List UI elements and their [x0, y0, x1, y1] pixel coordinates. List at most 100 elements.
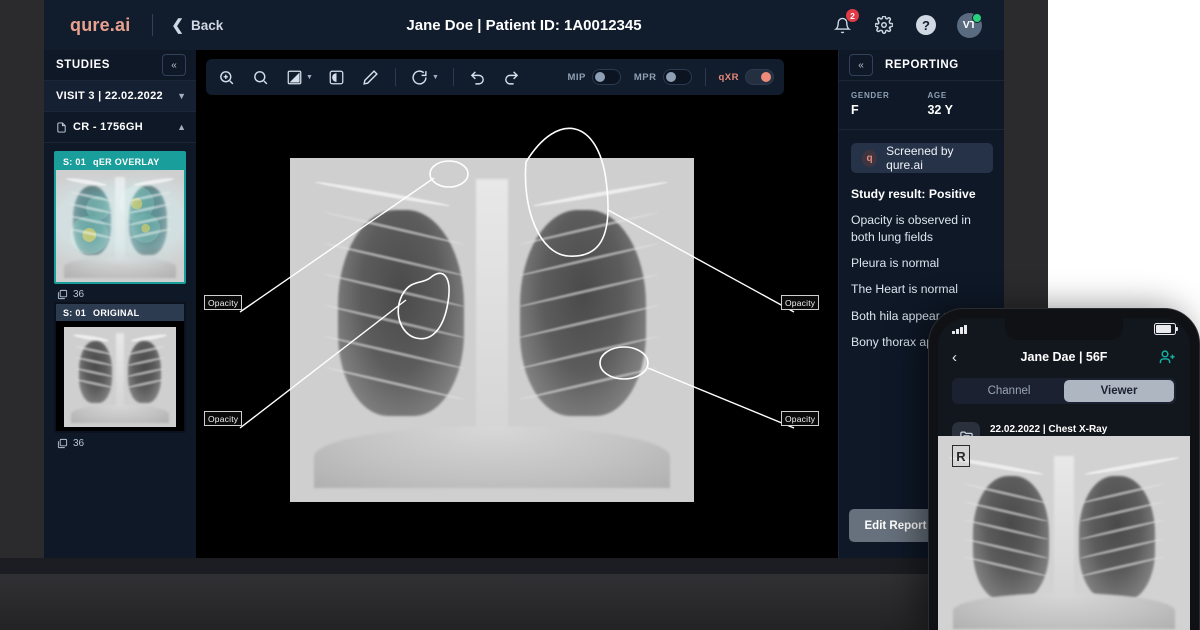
- mip-toggle[interactable]: MIP: [567, 69, 620, 85]
- radiographic-marker-r: R: [952, 445, 970, 467]
- scan-title: 22.02.2022 | Chest X-Ray: [990, 424, 1107, 435]
- gear-icon: [875, 16, 893, 34]
- mpr-toggle[interactable]: MPR: [634, 69, 692, 85]
- studies-title: STUDIES: [56, 59, 110, 71]
- qxr-switch[interactable]: [745, 69, 774, 85]
- series-count-value-0: 36: [73, 289, 84, 300]
- document-icon: [56, 121, 67, 134]
- sidebar-item-visit[interactable]: VISIT 3 | 22.02.2022 ▼: [44, 81, 196, 112]
- phone-back-button[interactable]: ‹: [952, 349, 957, 366]
- phone-mockup: ‹ Jane Dae | 56F Channel Viewer: [928, 308, 1200, 630]
- gender-value: F: [851, 103, 889, 117]
- series-thumbnail-image-0: [56, 170, 184, 282]
- qure-q-icon: q: [862, 150, 877, 167]
- chevron-up-icon: ▲: [177, 122, 186, 132]
- app-header: qure.ai ❮ Back Jane Doe | Patient ID: 1A…: [44, 0, 1004, 51]
- series-count-0: 36: [54, 284, 186, 300]
- series-name-1: ORIGINAL: [93, 308, 139, 318]
- screened-text: Screened by qure.ai: [886, 144, 982, 172]
- tab-viewer[interactable]: Viewer: [1064, 380, 1174, 402]
- gender-field: GENDER F: [851, 91, 889, 117]
- reporting-header: « REPORTING: [839, 50, 1004, 81]
- annotation-label-1[interactable]: Opacity: [204, 295, 242, 310]
- annotation-label-4[interactable]: Opacity: [781, 411, 819, 426]
- sidebar-item-study[interactable]: CR - 1756GH ▲: [44, 112, 196, 143]
- qer-heatmap-overlay: [56, 170, 184, 282]
- signal-icon: [952, 325, 967, 334]
- chevron-down-icon: ▼: [306, 74, 313, 81]
- finding-item: Pleura is normal: [851, 255, 993, 271]
- studies-header: STUDIES «: [44, 50, 196, 81]
- series-thumbnail-original[interactable]: S: 01 ORIGINAL: [54, 302, 186, 433]
- qxr-toggle[interactable]: qXR: [719, 69, 775, 85]
- phone-xray-image[interactable]: R: [938, 436, 1190, 630]
- finding-result: Study result: Positive: [851, 186, 993, 202]
- help-button[interactable]: ?: [915, 14, 937, 36]
- contrast-tool[interactable]: ▼: [284, 67, 313, 87]
- magnifier-icon[interactable]: [250, 67, 270, 87]
- mpr-label: MPR: [634, 72, 657, 83]
- mpr-switch[interactable]: [663, 69, 692, 85]
- mip-switch[interactable]: [592, 69, 621, 85]
- back-button[interactable]: ❮ Back: [171, 18, 223, 33]
- toolbar-divider: [705, 68, 706, 86]
- settings-button[interactable]: [873, 14, 895, 36]
- chest-xray-render: [290, 158, 694, 502]
- phone-segmented-control: Channel Viewer: [952, 378, 1176, 404]
- finding-item: Opacity is observed in both lung fields: [851, 212, 993, 245]
- series-thumbnail-bar-0: S: 01 qER OVERLAY: [56, 153, 184, 170]
- sidebar-collapse-button[interactable]: «: [162, 54, 186, 76]
- screened-badge: q Screened by qure.ai: [851, 143, 993, 173]
- qure-ai-logo: qure.ai: [70, 15, 130, 36]
- laptop-frame: qure.ai ❮ Back Jane Doe | Patient ID: 1A…: [0, 0, 1048, 630]
- image-stack-icon: [57, 438, 68, 449]
- study-label: CR - 1756GH: [73, 121, 143, 133]
- redo-icon[interactable]: [502, 67, 522, 87]
- study-left: CR - 1756GH: [56, 121, 143, 134]
- chevron-down-icon: ▼: [177, 91, 186, 101]
- battery-icon: [1154, 323, 1176, 335]
- annotation-label-2[interactable]: Opacity: [781, 295, 819, 310]
- series-index-0: S: 01: [63, 157, 86, 167]
- online-status-dot: [972, 13, 982, 23]
- avatar[interactable]: VT: [957, 13, 982, 38]
- viewer-toolbar: ▼: [206, 59, 784, 95]
- add-people-icon[interactable]: [1159, 349, 1176, 366]
- laptop-base: [0, 574, 1048, 630]
- series-thumbnail-image-1: [56, 321, 184, 431]
- zoom-in-icon[interactable]: [216, 67, 236, 87]
- qxr-label: qXR: [719, 72, 740, 83]
- mip-label: MIP: [567, 72, 585, 83]
- phone-patient-name: Jane Dae: [1021, 350, 1076, 364]
- series-thumbnail-wrap-1: S: 01 ORIGINAL: [44, 300, 196, 449]
- series-thumbnail-bar-1: S: 01 ORIGINAL: [56, 304, 184, 321]
- gender-label: GENDER: [851, 91, 889, 100]
- reporting-collapse-button[interactable]: «: [849, 54, 873, 76]
- studies-sidebar: STUDIES « VISIT 3 | 22.02.2022 ▼ CR - 17…: [44, 50, 197, 558]
- rotate-icon: [410, 67, 430, 87]
- annotation-label-3[interactable]: Opacity: [204, 411, 242, 426]
- chevron-left-icon: ❮: [171, 18, 184, 33]
- image-viewer: ▼: [196, 50, 838, 558]
- notification-badge: 2: [846, 9, 859, 22]
- phone-screen: ‹ Jane Dae | 56F Channel Viewer: [938, 318, 1190, 630]
- header-divider: [152, 14, 153, 36]
- series-index-1: S: 01: [63, 308, 86, 318]
- question-mark-icon: ?: [916, 15, 936, 35]
- measure-pen-icon[interactable]: [361, 67, 381, 87]
- invert-icon[interactable]: [327, 67, 347, 87]
- back-label: Back: [191, 18, 223, 33]
- rotate-tool[interactable]: ▼: [410, 67, 439, 87]
- series-thumbnail-qer-overlay[interactable]: S: 01 qER OVERLAY: [54, 151, 186, 284]
- tab-channel[interactable]: Channel: [954, 380, 1064, 402]
- series-thumbnail-wrap-0: S: 01 qER OVERLAY: [44, 143, 196, 300]
- main-xray-image[interactable]: [286, 154, 698, 506]
- phone-patient-age-sex: | 56F: [1079, 350, 1108, 364]
- patient-demographics: GENDER F AGE 32 Y: [839, 81, 1004, 130]
- phone-notch: [1005, 318, 1123, 340]
- series-count-value-1: 36: [73, 438, 84, 449]
- age-label: AGE: [927, 91, 953, 100]
- undo-icon[interactable]: [468, 67, 488, 87]
- notifications-button[interactable]: 2: [831, 14, 853, 36]
- toolbar-divider: [395, 68, 396, 86]
